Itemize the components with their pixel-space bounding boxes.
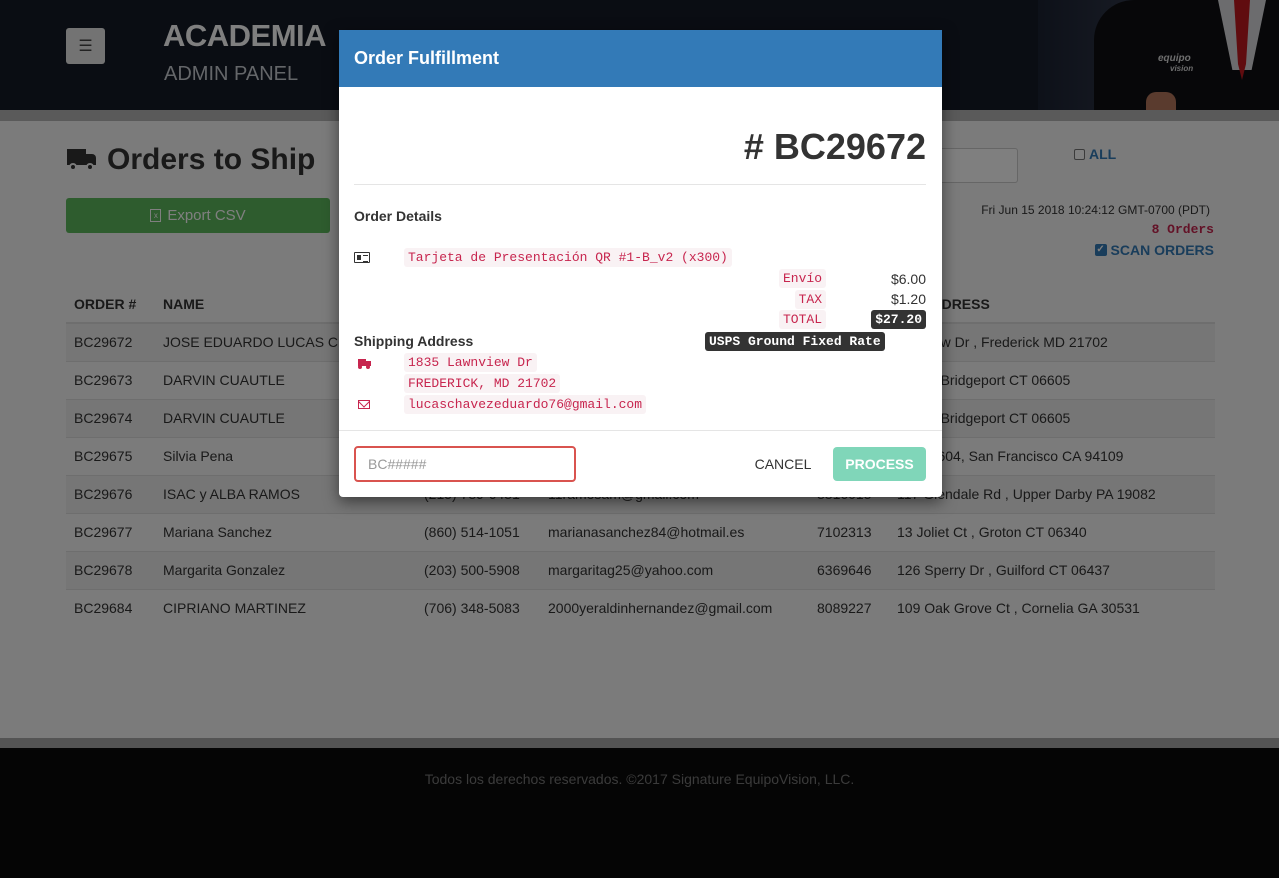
process-button[interactable]: PROCESS	[833, 447, 926, 481]
total-label: TOTAL	[778, 310, 826, 329]
cancel-button[interactable]: CANCEL	[740, 447, 826, 481]
shipping-city: FREDERICK, MD 21702	[404, 374, 561, 393]
shipping-cost-label: Envío	[778, 269, 826, 288]
customer-email: lucaschavezeduardo76@gmail.com	[404, 395, 647, 414]
shipping-street: 1835 Lawnview Dr	[404, 353, 537, 372]
product-name: Tarjeta de Presentación QR #1-B_v2 (x300…	[404, 248, 732, 267]
order-fulfillment-modal: Order Fulfillment # BC29672 Order Detail…	[339, 30, 942, 497]
shipping-address-label: Shipping Address	[354, 333, 474, 349]
shipping-method: USPS Ground Fixed Rate	[705, 332, 885, 351]
tax-amount: $1.20	[890, 291, 926, 307]
divider	[339, 430, 942, 431]
id-card-icon	[354, 252, 370, 263]
order-details-label: Order Details	[354, 208, 442, 224]
modal-title: Order Fulfillment	[339, 30, 942, 87]
order-scan-input[interactable]	[354, 446, 576, 482]
total-amount: $27.20	[871, 310, 926, 329]
envelope-icon	[358, 400, 370, 409]
shipping-cost: $6.00	[890, 271, 926, 287]
truck-icon	[358, 359, 371, 369]
divider	[354, 184, 926, 185]
tax-label: TAX	[794, 290, 826, 309]
order-number: # BC29672	[743, 126, 926, 167]
